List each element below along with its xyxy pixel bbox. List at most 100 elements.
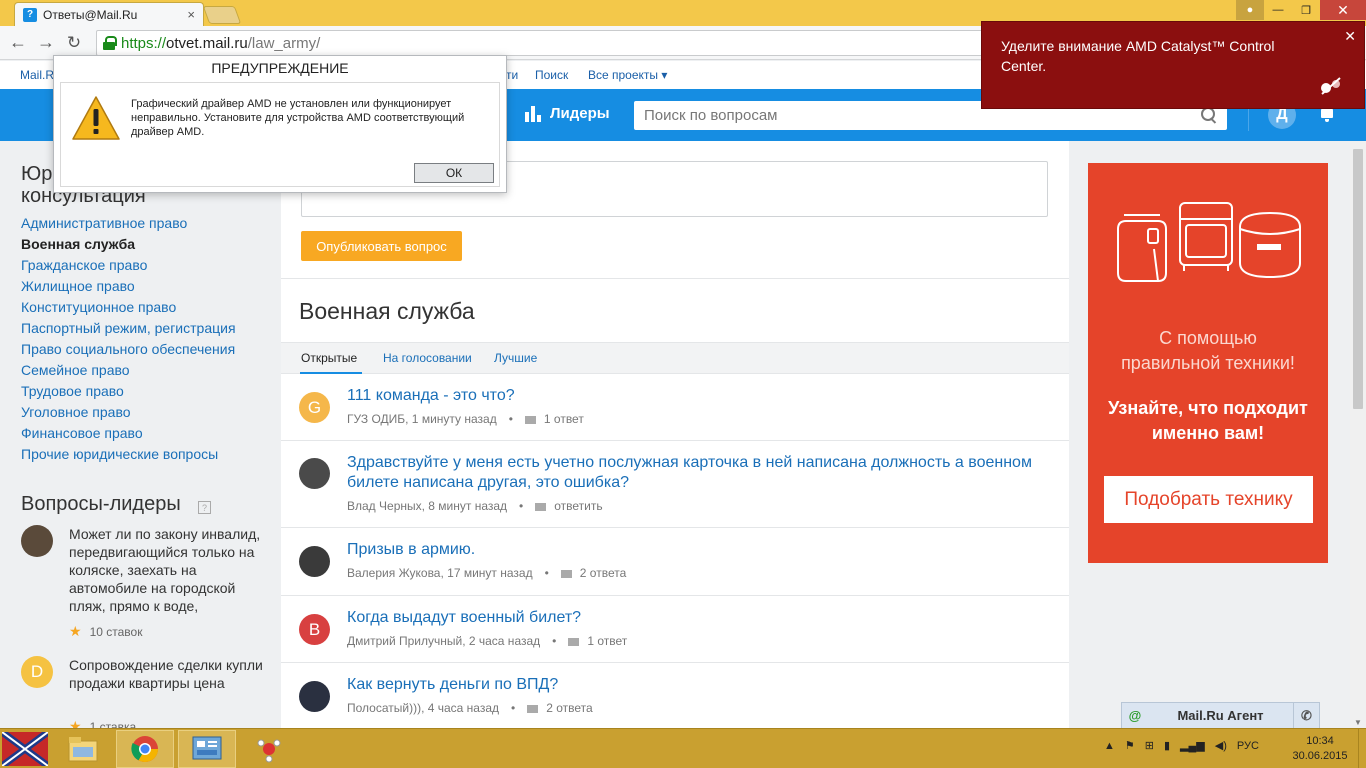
leader-question-text[interactable]: Сопровождение сделки купли продажи кварт… [69,656,269,692]
category-link[interactable]: Гражданское право [21,256,236,277]
leader-questions-title: Вопросы-лидеры [21,493,181,515]
category-link[interactable]: Право социального обеспечения [21,340,236,361]
reload-icon[interactable]: ↻ [60,29,88,57]
minimize-button[interactable]: — [1264,0,1292,20]
url-host: otvet.mail.ru [166,34,248,52]
answer-count[interactable]: 1 ответ [544,412,584,426]
address-bar[interactable]: https:// otvet.mail.ru /law_army/ [96,30,996,56]
help-icon[interactable]: ? [198,501,211,514]
tab-open[interactable]: Открытые [301,351,357,365]
start-flag-icon[interactable] [0,730,50,768]
amd-catalyst-taskbar-icon[interactable] [240,730,298,768]
appliances-illustration-icon [1117,202,1301,282]
windows-icon[interactable]: ⊞ [1145,739,1154,752]
category-link[interactable]: Финансовое право [21,424,236,445]
category-link-active[interactable]: Военная служба [21,235,236,256]
maximize-button[interactable]: ❐ [1292,0,1320,20]
close-icon[interactable]: ✕ [1344,28,1356,45]
question-meta: Полосатый))), 4 часа назад • 2 ответа [347,701,593,715]
url-scheme: https:// [121,34,167,52]
category-link[interactable]: Жилищное право [21,277,236,298]
show-desktop-button[interactable] [1358,729,1366,768]
power-icon[interactable]: ▮ [1164,739,1170,752]
answer-count[interactable]: 1 ответ [587,634,627,648]
ok-button[interactable]: ОК [414,163,494,183]
back-arrow-icon[interactable]: ← [4,29,32,57]
question-title[interactable]: Здравствуйте у меня есть учетно послужна… [347,453,1047,493]
avatar [299,458,330,489]
question-author[interactable]: ГУЗ ОДИБ, 1 минуту назад [347,412,497,426]
tab-close-icon[interactable]: × [187,7,195,22]
mail-agent-widget[interactable]: @ Mail.Ru Агент ✆ [1121,702,1320,729]
category-sidebar: Юр консультация Административное право В… [0,141,280,734]
question-author[interactable]: Валерия Жукова, 17 минут назад [347,566,533,580]
volume-icon[interactable]: ◀) [1215,739,1227,752]
page-title: Военная служба [299,298,475,324]
scrollbar-thumb[interactable] [1353,149,1363,409]
question-row: Как вернуть деньги по ВПД? Полосатый))),… [281,663,1069,731]
browser-tab[interactable]: ? Ответы@Mail.Ru × [14,2,204,26]
portal-link-mail[interactable]: Mail.R [20,68,54,82]
portal-link-search[interactable]: Поиск [535,68,568,82]
tray-expand-icon[interactable]: ▲ [1104,740,1115,752]
search-input[interactable] [644,107,1184,124]
page-scrollbar[interactable]: ▼ [1350,141,1366,731]
window-close-button[interactable]: ✕ [1320,0,1366,20]
forward-arrow-icon[interactable]: → [32,29,60,57]
url-path: /law_army/ [247,34,321,52]
phone-icon[interactable]: ✆ [1293,703,1319,728]
answer-count[interactable]: 2 ответа [580,566,626,580]
chrome-taskbar-icon[interactable] [116,730,174,768]
network-signal-icon[interactable]: ▂▄▆ [1180,739,1205,752]
agent-label[interactable]: Mail.Ru Агент [1148,708,1293,723]
category-link[interactable]: Административное право [21,214,236,235]
taskbar-clock[interactable]: 10:34 30.06.2015 [1290,734,1350,764]
category-link[interactable]: Уголовное право [21,403,236,424]
answer-count[interactable]: 2 ответа [546,701,592,715]
amd-notification[interactable]: Уделите внимание AMD Catalyst™ Control C… [981,21,1365,109]
category-link[interactable]: Паспортный режим, регистрация [21,319,236,340]
leader-question-item[interactable]: D Сопровождение сделки купли продажи ква… [21,656,271,734]
clock-time: 10:34 [1306,735,1334,747]
answer-link[interactable]: ответить [554,499,602,513]
language-indicator[interactable]: РУС [1237,740,1259,752]
leaders-label: Лидеры [550,105,610,122]
publish-question-button[interactable]: Опубликовать вопрос [301,231,462,261]
question-title[interactable]: 111 команда - это что? [347,386,1047,406]
ad-headline: Узнайте, что подходит именно вам! [1108,398,1308,443]
choose-appliance-button[interactable]: Подобрать технику [1104,476,1313,523]
leader-question-item[interactable]: Может ли по закону инвалид, передвигающи… [21,525,271,645]
search-icon[interactable] [1201,107,1217,123]
question-author[interactable]: Дмитрий Прилучный, 2 часа назад [347,634,540,648]
control-panel-icon[interactable] [178,730,236,768]
profile-icon[interactable]: ● [1236,0,1264,20]
question-author[interactable]: Влад Черных, 8 минут назад [347,499,507,513]
portal-link-all-projects[interactable]: Все проекты ▾ [588,68,667,82]
question-row: G 111 команда - это что? ГУЗ ОДИБ, 1 мин… [281,374,1069,441]
leader-question-text[interactable]: Может ли по закону инвалид, передвигающи… [69,525,269,615]
category-link[interactable]: Прочие юридические вопросы [21,445,236,466]
scroll-down-arrow-icon[interactable]: ▼ [1354,718,1362,727]
question-meta: Влад Черных, 8 минут назад • ответить [347,499,603,513]
question-meta: Дмитрий Прилучный, 2 часа назад • 1 отве… [347,634,627,648]
question-title[interactable]: Когда выдадут военный билет? [347,608,1047,628]
appliance-ad-banner[interactable]: С помощью правильной техники! Узнайте, ч… [1088,163,1328,563]
file-explorer-icon[interactable] [54,730,112,768]
bullet: • [508,412,513,426]
bullet: • [511,701,516,715]
category-link[interactable]: Конституционное право [21,298,236,319]
portal-link-partial[interactable]: ти [506,68,518,82]
leaders-link[interactable]: Лидеры [525,105,610,122]
new-tab-button[interactable] [202,6,242,24]
category-link[interactable]: Семейное право [21,361,236,382]
question-title[interactable]: Призыв в армию. [347,540,1047,560]
question-tabs: Открытые На голосовании Лучшие [281,342,1069,374]
tab-voting[interactable]: На голосовании [383,351,472,365]
divider [281,278,1069,279]
action-center-flag-icon[interactable]: ⚑ [1125,739,1135,752]
tab-best[interactable]: Лучшие [494,351,537,365]
question-author[interactable]: Полосатый))), 4 часа назад [347,701,499,715]
question-title[interactable]: Как вернуть деньги по ВПД? [347,675,1047,695]
category-link[interactable]: Трудовое право [21,382,236,403]
agent-at-icon: @ [1128,708,1142,723]
